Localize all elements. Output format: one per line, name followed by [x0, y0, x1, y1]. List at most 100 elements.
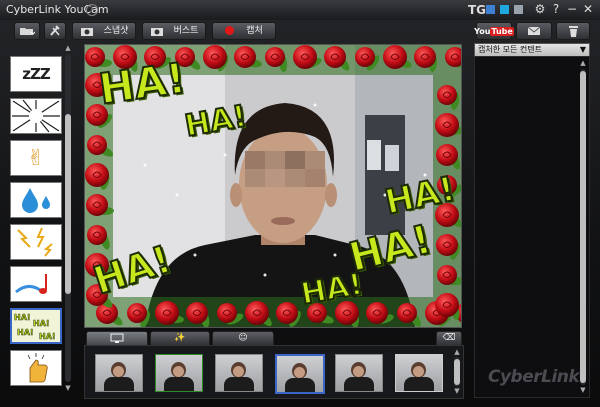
thumbs-up-icon [27, 353, 48, 383]
trash-icon [568, 26, 578, 37]
rose [87, 225, 107, 245]
capture-thumbnail[interactable] [155, 354, 203, 392]
info-icon[interactable]: i [86, 4, 98, 16]
library-scroll-down-icon[interactable]: ▼ [579, 386, 587, 394]
snapshot-label: 스냅샷 [103, 26, 129, 36]
capture-thumbnail-selected[interactable] [275, 354, 325, 394]
record-icon [225, 26, 235, 35]
library-scrollbar[interactable] [580, 69, 586, 385]
rose [397, 303, 417, 323]
settings-icon[interactable]: ⚙ [534, 2, 546, 16]
rose [203, 45, 227, 69]
thumbs-scroll-down-icon[interactable]: ▼ [453, 387, 461, 395]
rose [155, 301, 179, 325]
rose [85, 163, 109, 187]
rose [435, 113, 459, 137]
rose [265, 47, 285, 67]
rose [87, 135, 107, 155]
effects-scrollbar[interactable] [65, 54, 71, 382]
folder-icon [20, 27, 35, 35]
rose [435, 293, 459, 317]
open-folder-button[interactable] [14, 22, 40, 40]
rose [366, 302, 388, 324]
skin-gray-swatch[interactable] [514, 5, 523, 14]
email-icon [527, 26, 541, 35]
effect-music-note[interactable] [10, 266, 62, 302]
help-button[interactable]: ? [550, 2, 562, 16]
library-scroll-thumb[interactable] [580, 71, 586, 383]
capture-label: 캡처 [246, 26, 263, 36]
peace-hand-icon: ✌ [26, 145, 46, 171]
scroll-up-icon[interactable]: ▲ [64, 44, 72, 52]
capture-thumbnail[interactable] [215, 354, 263, 392]
svg-text:HA!: HA! [17, 328, 34, 337]
rose [436, 144, 458, 166]
skin-cyan-swatch[interactable] [500, 5, 509, 14]
youcam-window: CyberLink YouCam i TG ⚙ ? − ✕ 스냅샷 버스트 캡처 [0, 0, 600, 407]
tools-icon [50, 25, 60, 36]
chevron-down-icon: ▼ [579, 45, 586, 54]
burst-lines-icon [12, 99, 60, 133]
magic-wand-tab[interactable]: ✨ [150, 331, 210, 346]
rose [414, 46, 436, 68]
effects-scroll-thumb[interactable] [65, 114, 71, 294]
svg-text:HA!: HA! [39, 332, 56, 341]
effect-peace-hand[interactable]: ✌ [10, 140, 62, 176]
rose [234, 46, 256, 68]
rose [276, 302, 298, 324]
skin-label: TG [468, 3, 487, 17]
rose [437, 265, 457, 285]
library-scroll-up-icon[interactable]: ▲ [579, 59, 587, 67]
capture-thumbnail[interactable] [95, 354, 143, 392]
emoticon-icon: ☺ [238, 333, 248, 343]
camera-icon [80, 27, 93, 36]
haha-text-1: HA! [95, 52, 190, 115]
snapshot-button[interactable]: 스냅샷 [72, 22, 136, 40]
water-drops-icon [22, 188, 50, 213]
close-button[interactable]: ✕ [582, 2, 594, 16]
rose [437, 85, 457, 105]
email-button[interactable] [516, 22, 552, 40]
rose [383, 45, 407, 69]
capture-button[interactable]: 캡처 [212, 22, 276, 40]
effect-water-drops[interactable] [10, 182, 62, 218]
youtube-button[interactable]: YouTube [474, 22, 514, 40]
burst-button[interactable]: 버스트 [142, 22, 206, 40]
svg-text:HA!: HA! [33, 319, 50, 328]
skin-blue-swatch[interactable] [486, 5, 495, 14]
rose [324, 46, 346, 68]
camera-icon [150, 27, 163, 36]
music-note-icon [15, 274, 47, 294]
monitor-icon [110, 333, 124, 343]
content-filter-select[interactable]: 캡처한 모든 컨텐트 ▼ [474, 43, 590, 57]
thumbs-scrollbar[interactable] [454, 357, 460, 387]
capture-thumbnail[interactable] [395, 354, 443, 392]
effect-zzz[interactable]: zZZ [10, 56, 62, 92]
rose [436, 234, 458, 256]
lightning-icon [17, 227, 53, 257]
thumbs-scroll-up-icon[interactable]: ▲ [453, 348, 461, 356]
burst-label: 버스트 [173, 26, 199, 36]
monitor-tab[interactable] [86, 331, 148, 346]
emoticon-tab[interactable]: ☺ [212, 331, 274, 346]
rose [186, 302, 208, 324]
capture-thumbnail-strip: ▲ ▼ [84, 345, 464, 399]
eraser-button[interactable]: ⌫ [436, 331, 462, 346]
zzz-icon: zZZ [22, 65, 51, 83]
svg-text:HA!: HA! [14, 313, 31, 322]
effect-lightning[interactable] [10, 224, 62, 260]
effect-haha[interactable]: HA! HA! HA! HA! [10, 308, 62, 344]
rose [245, 301, 269, 325]
rose [355, 47, 375, 67]
thumbs-scroll-thumb[interactable] [454, 359, 460, 385]
minimize-button[interactable]: − [566, 2, 578, 16]
effect-burst-lines[interactable] [10, 98, 62, 134]
capture-thumbnail[interactable] [335, 354, 383, 392]
delete-button[interactable] [556, 22, 590, 40]
haha-icon: HA!HA!HA! HA! [14, 313, 56, 341]
effect-thumbs-up[interactable] [10, 350, 62, 386]
cyberlink-logo: CyberLink [488, 367, 580, 387]
scroll-down-icon[interactable]: ▼ [64, 384, 72, 392]
capture-library-list: ▲ ▼ [474, 56, 590, 398]
tools-button[interactable] [44, 22, 66, 40]
